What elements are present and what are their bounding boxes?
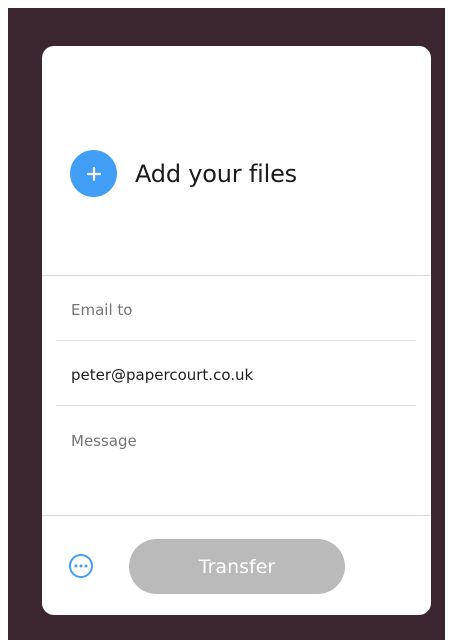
plus-icon <box>86 166 101 181</box>
add-files-label: Add your files <box>135 159 297 188</box>
add-files-circle[interactable] <box>70 150 117 197</box>
transfer-panel: Add your files Transfer <box>42 46 431 615</box>
message-input[interactable] <box>71 432 401 512</box>
email-to-field-row <box>56 276 416 341</box>
transfer-button[interactable]: Transfer <box>129 539 345 594</box>
more-options-button[interactable] <box>69 554 93 578</box>
recipient-email-row <box>56 341 416 406</box>
add-files-button[interactable]: Add your files <box>70 150 297 197</box>
recipient-email-input[interactable] <box>71 366 401 384</box>
more-options-icon <box>74 564 88 568</box>
divider-bottom <box>42 515 431 516</box>
email-to-input[interactable] <box>71 301 401 319</box>
